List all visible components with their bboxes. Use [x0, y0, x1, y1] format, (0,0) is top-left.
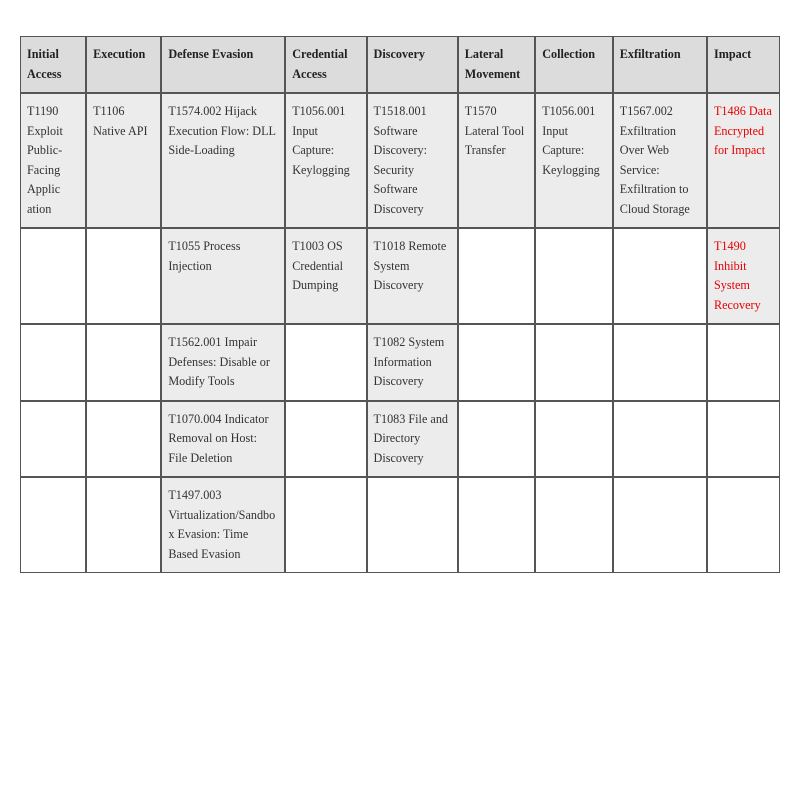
cell-defense-evasion-4: T1497.003 Virtualization/Sandbox Evasion…	[161, 477, 285, 573]
header-collection: Collection	[535, 36, 613, 93]
cell-impact-0: T1486 Data Encrypted for Impact	[707, 93, 780, 228]
cell-exfiltration-0: T1567.002 Exfiltration Over Web Service:…	[613, 93, 707, 228]
header-row: Initial Access Execution Defense Evasion…	[20, 36, 780, 93]
header-impact: Impact	[707, 36, 780, 93]
cell-collection-0: T1056.001 Input Capture: Keylogging	[535, 93, 613, 228]
empty-cell	[20, 228, 86, 324]
table-row: T1497.003 Virtualization/Sandbox Evasion…	[20, 477, 780, 573]
empty-cell	[20, 401, 86, 478]
empty-cell	[613, 477, 707, 573]
empty-cell	[535, 228, 613, 324]
table-row: T1055 Process Injection T1003 OS Credent…	[20, 228, 780, 324]
table-row: T1562.001 Impair Defenses: Disable or Mo…	[20, 324, 780, 401]
empty-cell	[285, 324, 366, 401]
empty-cell	[707, 477, 780, 573]
header-initial-access: Initial Access	[20, 36, 86, 93]
cell-credential-access-1: T1003 OS Credential Dumping	[285, 228, 366, 324]
empty-cell	[86, 477, 161, 573]
cell-lateral-movement-0: T1570 Lateral Tool Transfer	[458, 93, 536, 228]
empty-cell	[613, 228, 707, 324]
cell-defense-evasion-3: T1070.004 Indicator Removal on Host: Fil…	[161, 401, 285, 478]
empty-cell	[613, 401, 707, 478]
cell-discovery-1: T1018 Remote System Discovery	[367, 228, 458, 324]
cell-discovery-2: T1082 System Information Discovery	[367, 324, 458, 401]
empty-cell	[535, 401, 613, 478]
table-row: T1070.004 Indicator Removal on Host: Fil…	[20, 401, 780, 478]
attack-matrix-table: Initial Access Execution Defense Evasion…	[20, 36, 780, 573]
cell-defense-evasion-1: T1055 Process Injection	[161, 228, 285, 324]
empty-cell	[20, 477, 86, 573]
empty-cell	[86, 401, 161, 478]
header-exfiltration: Exfiltration	[613, 36, 707, 93]
empty-cell	[458, 401, 536, 478]
empty-cell	[535, 477, 613, 573]
empty-cell	[20, 324, 86, 401]
empty-cell	[613, 324, 707, 401]
empty-cell	[367, 477, 458, 573]
cell-defense-evasion-2: T1562.001 Impair Defenses: Disable or Mo…	[161, 324, 285, 401]
cell-execution-0: T1106 Native API	[86, 93, 161, 228]
empty-cell	[285, 477, 366, 573]
cell-discovery-3: T1083 File and Directory Discovery	[367, 401, 458, 478]
empty-cell	[535, 324, 613, 401]
cell-credential-access-0: T1056.001 Input Capture: Keylogging	[285, 93, 366, 228]
empty-cell	[285, 401, 366, 478]
table-row: T1190 Exploit Public-Facing Applic ation…	[20, 93, 780, 228]
header-credential-access: Credential Access	[285, 36, 366, 93]
cell-impact-1: T1490 Inhibit System Recovery	[707, 228, 780, 324]
empty-cell	[86, 228, 161, 324]
cell-initial-access-0: T1190 Exploit Public-Facing Applic ation	[20, 93, 86, 228]
header-discovery: Discovery	[367, 36, 458, 93]
cell-defense-evasion-0: T1574.002 Hijack Execution Flow: DLL Sid…	[161, 93, 285, 228]
empty-cell	[458, 477, 536, 573]
empty-cell	[86, 324, 161, 401]
empty-cell	[458, 324, 536, 401]
empty-cell	[707, 401, 780, 478]
header-lateral-movement: Lateral Movement	[458, 36, 536, 93]
header-defense-evasion: Defense Evasion	[161, 36, 285, 93]
empty-cell	[707, 324, 780, 401]
empty-cell	[458, 228, 536, 324]
header-execution: Execution	[86, 36, 161, 93]
cell-discovery-0: T1518.001 Software Discovery: Security S…	[367, 93, 458, 228]
